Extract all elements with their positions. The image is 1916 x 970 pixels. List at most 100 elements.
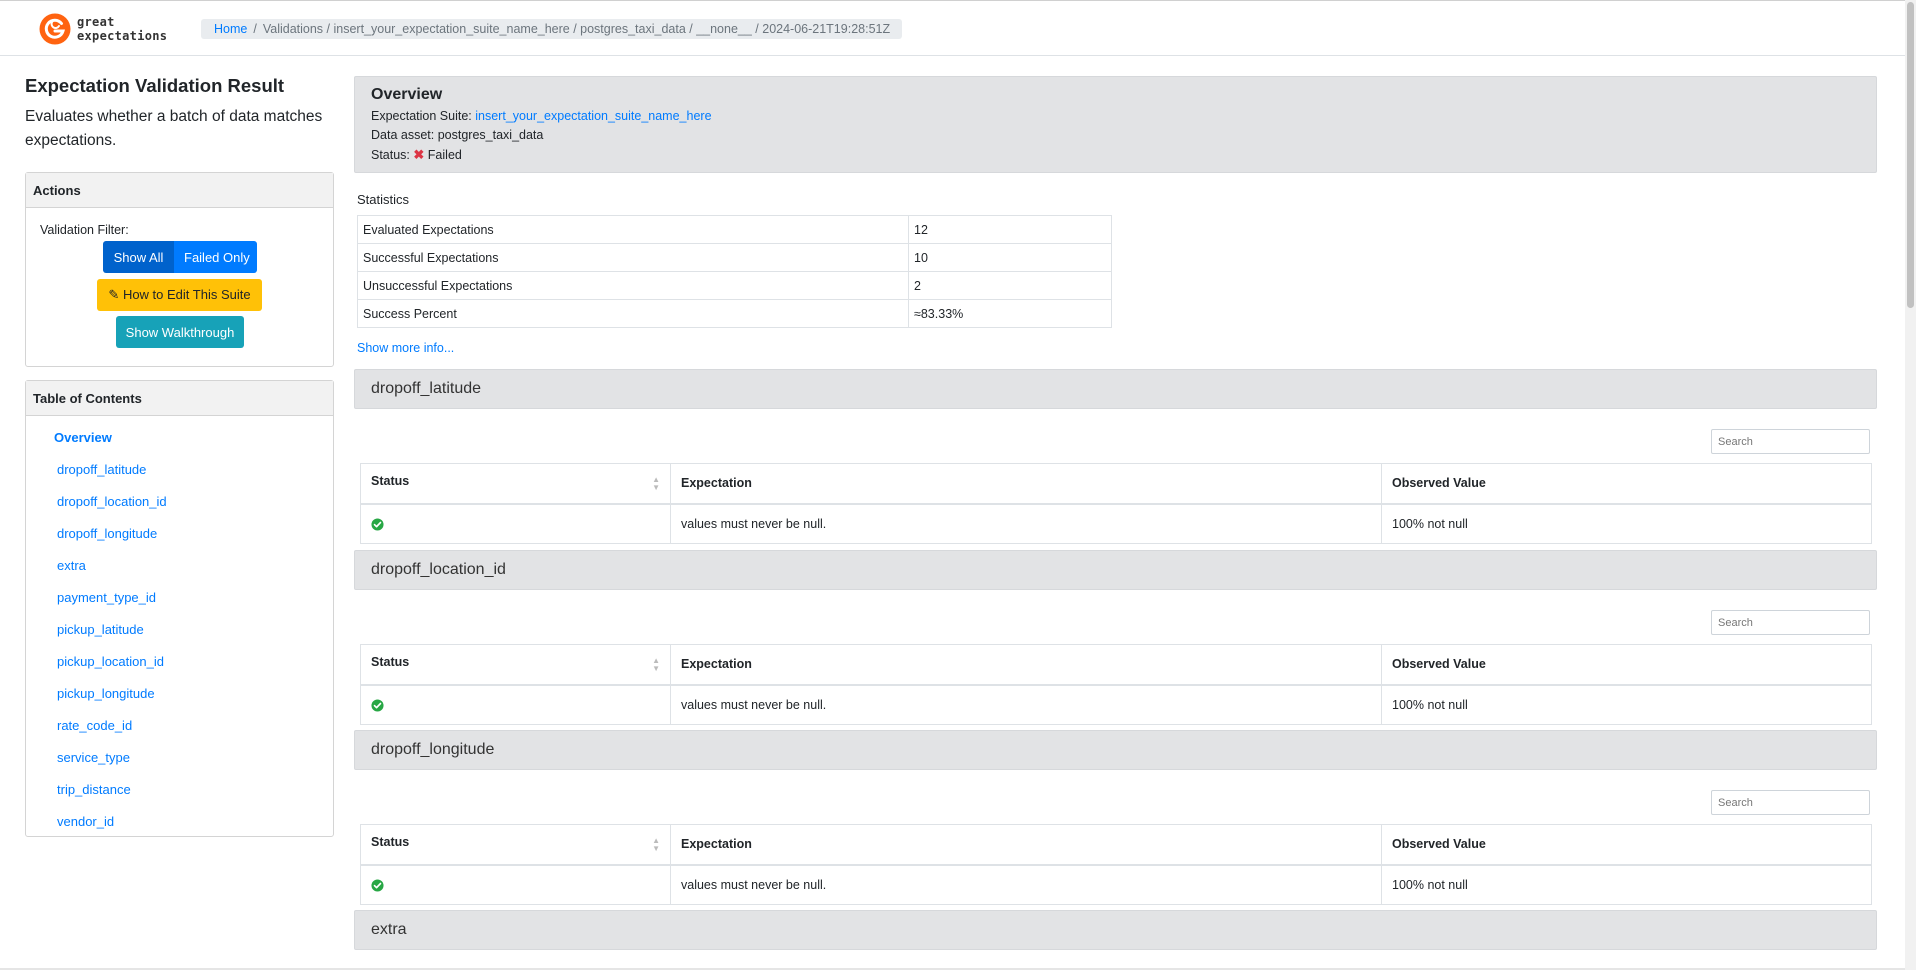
brand-name-line1: great <box>77 15 115 29</box>
status-cell <box>360 864 671 905</box>
overview-suite-line: Expectation Suite: insert_your_expectati… <box>371 107 1860 126</box>
toc-item: dropoff_latitude <box>26 460 333 492</box>
expectation-table: Status ▲ ▼ Expectation Observed Value valu… <box>360 824 1872 905</box>
expectation-table: Status ▲ ▼ Expectation Observed Value valu… <box>360 463 1872 544</box>
section-dropoff-location-id: dropoff_location_id Status ▲▼ Expectation… <box>354 550 1877 730</box>
toc-header: Table of Contents <box>26 381 333 416</box>
page-subtitle: Evaluates whether a batch of data matche… <box>25 108 323 149</box>
toc-link-pickup-longitude[interactable]: pickup_longitude <box>57 686 155 701</box>
toc-item: pickup_longitude <box>26 684 333 716</box>
toc-item: trip_distance <box>26 780 333 812</box>
search-input[interactable] <box>1711 610 1870 635</box>
search-input[interactable] <box>1711 790 1870 815</box>
stat-row: Success Percent ≈83.33% <box>357 299 1112 328</box>
edit-suite-button[interactable]: ✎ How to Edit This Suite <box>97 279 262 311</box>
breadcrumb: Home / Validations / insert_your_expectati… <box>201 19 903 39</box>
section-header: dropoff_longitude <box>354 730 1877 770</box>
validation-filter-group: Show All Failed Only <box>103 241 257 273</box>
toc-link-dropoff-longitude[interactable]: dropoff_longitude <box>57 526 157 541</box>
toc-link-service-type[interactable]: service_type <box>57 750 130 765</box>
toc-item-overview: Overview <box>26 428 333 460</box>
observed-column-header: Observed Value <box>1381 824 1872 866</box>
show-all-button[interactable]: Show All <box>103 241 174 273</box>
toc-link-vendor-id[interactable]: vendor_id <box>57 814 114 829</box>
overview-title: Overview <box>371 86 443 103</box>
stat-key: Unsuccessful Expectations <box>357 271 909 300</box>
toc-link-pickup-location-id[interactable]: pickup_location_id <box>57 654 164 669</box>
show-more-info-link[interactable]: Show more info... <box>357 341 454 355</box>
toc-link-rate-code-id[interactable]: rate_code_id <box>57 718 132 733</box>
asset-label: Data asset: <box>371 128 435 142</box>
suite-label: Expectation Suite: <box>371 109 472 123</box>
toc-link-payment-type-id[interactable]: payment_type_id <box>57 590 156 605</box>
toc-link-extra[interactable]: extra <box>57 558 86 573</box>
scrollbar-thumb[interactable] <box>1907 2 1914 308</box>
status-column-label: Status <box>371 655 410 670</box>
top-navbar: great expectations Home / Validations / in… <box>0 0 1905 56</box>
search-input[interactable] <box>1711 429 1870 454</box>
statistics-label: Statistics <box>357 192 410 207</box>
stat-row: Evaluated Expectations 12 <box>357 215 1112 244</box>
status-column-header[interactable]: Status ▲ ▼ <box>360 824 671 866</box>
status-column-header[interactable]: Status ▲ ▼ <box>360 463 671 505</box>
toc-link-overview[interactable]: Overview <box>54 430 112 445</box>
toc-item: service_type <box>26 748 333 780</box>
table-row: values must never be null. 100% not null <box>360 864 1872 905</box>
section-header: extra <box>354 910 1877 950</box>
brand-logo[interactable]: great expectations <box>38 12 167 46</box>
stat-row: Unsuccessful Expectations 2 <box>357 271 1112 300</box>
overview-panel: Overview Expectation Suite: insert_your_… <box>354 76 1877 173</box>
status-value: Failed <box>427 148 462 162</box>
suite-name-link[interactable]: insert_your_expectation_suite_name_here <box>475 109 711 123</box>
stat-value: ≈83.33% <box>908 299 1112 328</box>
observed-column-header: Observed Value <box>1381 644 1872 686</box>
vertical-scrollbar[interactable] <box>1905 0 1916 970</box>
sort-icon: ▲ ▼ <box>652 836 660 854</box>
expectation-table: Status ▲ ▼ Expectation Observed Value valu… <box>360 644 1872 725</box>
section-header: dropoff_location_id <box>354 550 1877 590</box>
status-column-label: Status <box>371 835 410 850</box>
sort-icon: ▲ ▼ <box>652 475 660 493</box>
stat-value: 2 <box>908 271 1112 300</box>
observed-value-cell: 100% not null <box>1381 864 1872 905</box>
toc-link-pickup-latitude[interactable]: pickup_latitude <box>57 622 144 637</box>
status-column-header[interactable]: Status ▲ ▼ <box>360 644 671 686</box>
edit-icon: ✎ <box>108 287 120 302</box>
edit-suite-label: How to Edit This Suite <box>122 287 251 302</box>
breadcrumb-trail: Validations / insert_your_expectation_su… <box>262 22 891 36</box>
table-of-contents-card: Table of Contents Overview dropoff_latit… <box>25 380 334 837</box>
toc-link-dropoff-latitude[interactable]: dropoff_latitude <box>57 462 146 477</box>
toc-link-dropoff-location-id[interactable]: dropoff_location_id <box>57 494 167 509</box>
show-walkthrough-button[interactable]: Show Walkthrough <box>116 316 244 348</box>
status-column-label: Status <box>371 474 410 489</box>
expectation-column-header: Expectation <box>670 824 1382 866</box>
actions-card-header: Actions <box>26 173 333 208</box>
stat-value: 10 <box>908 243 1112 272</box>
observed-column-header: Observed Value <box>1381 463 1872 505</box>
section-header: dropoff_latitude <box>354 369 1877 409</box>
stat-row: Successful Expectations 10 <box>357 243 1112 272</box>
stat-key: Successful Expectations <box>357 243 909 272</box>
table-header-row: Status ▲ ▼ Expectation Observed Value <box>360 824 1872 866</box>
table-row: values must never be null. 100% not null <box>360 503 1872 544</box>
asset-name: postgres_taxi_data <box>437 128 544 142</box>
toc-item: extra <box>26 556 333 588</box>
toc-item: rate_code_id <box>26 716 333 748</box>
expectation-column-header: Expectation <box>670 644 1382 686</box>
status-cell <box>360 503 671 544</box>
toc-link-trip-distance[interactable]: trip_distance <box>57 782 131 797</box>
stat-key: Success Percent <box>357 299 909 328</box>
success-check-icon <box>371 518 384 531</box>
success-check-icon <box>371 699 384 712</box>
toc-list: Overview dropoff_latitude dropoff_locati… <box>26 416 333 844</box>
failed-only-button[interactable]: Failed Only <box>174 241 257 273</box>
toc-item: pickup_location_id <box>26 652 333 684</box>
expectation-cell: values must never be null. <box>670 684 1382 725</box>
breadcrumb-home-link[interactable]: Home <box>214 22 247 36</box>
expectation-cell: values must never be null. <box>670 864 1382 905</box>
expectation-cell: values must never be null. <box>670 503 1382 544</box>
validation-filter-label: Validation Filter: <box>40 223 129 237</box>
sidebar-heading: Expectation Validation Result Evaluates … <box>25 74 334 153</box>
section-dropoff-latitude: dropoff_latitude Status ▲▼ Expectation Ob… <box>354 369 1877 549</box>
status-cell <box>360 684 671 725</box>
